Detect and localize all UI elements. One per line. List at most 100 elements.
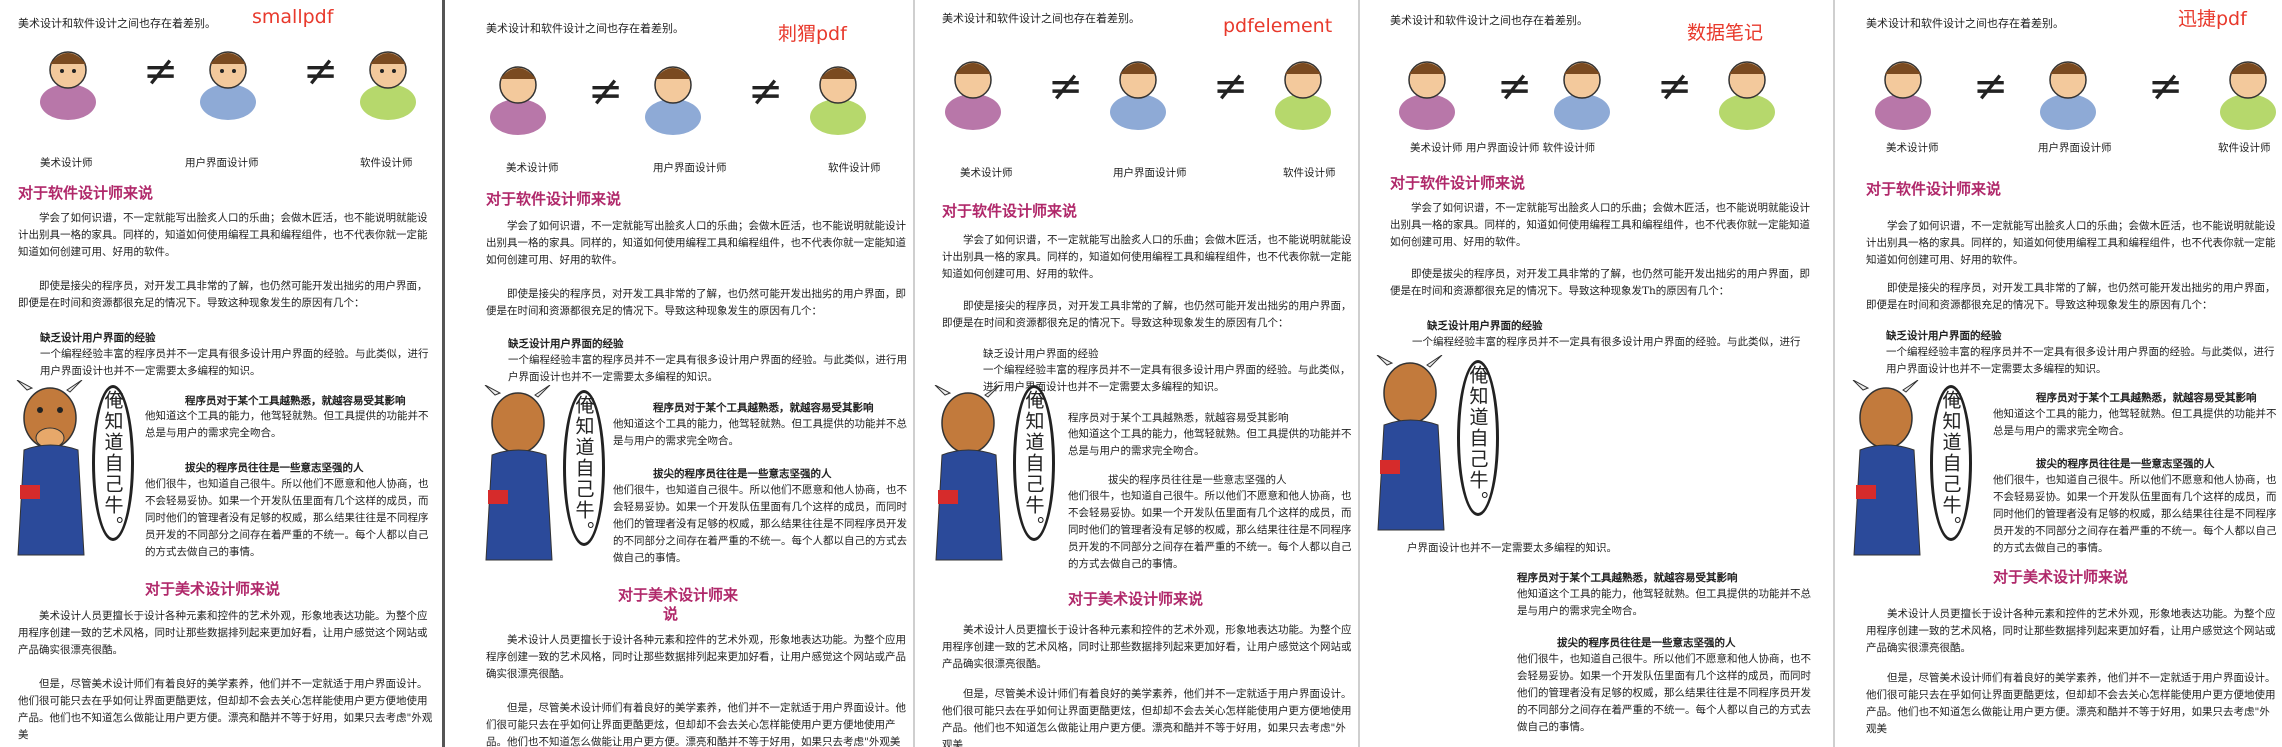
intro-text: 美术设计和软件设计之间也存在着差别。 xyxy=(486,22,684,35)
tool-label: 迅捷pdf xyxy=(2178,8,2247,30)
page-panel-hedgehog: 美术设计和软件设计之间也存在着差别。 刺猬pdf ≠ ≠ 美术设计师 用户界面设… xyxy=(478,0,913,747)
intro-text: 美术设计和软件设计之间也存在着差别。 xyxy=(18,17,216,30)
but-body: 但是，尽管美术设计师们有着良好的美学素养，他们并不一定就适于用户界面设计。他们很… xyxy=(942,688,1352,747)
excellent-body: 他们很牛，也知道自己很牛。所以他们不愿意和他人协商，也不会轻易妥协。如果一个开发… xyxy=(1517,653,1811,733)
heading-art: 对于美术设计师来说 xyxy=(1993,568,2129,586)
designers-figure: ≠ ≠ xyxy=(18,30,428,120)
paragraph-2: 即使是接尖的程序员，对开发工具非常的了解，也仍然可能开发出拙劣的用户界面，即便是… xyxy=(486,288,906,317)
label-ui: 用户界面设计师 xyxy=(653,162,727,174)
page-panel-datanotes: 美术设计和软件设计之间也存在着差别。 数据笔记 ≠ ≠ 美术设计师 用户界面设计… xyxy=(1362,0,1832,747)
designers-illustration: ≠ ≠ xyxy=(1399,61,1775,130)
tools-body: 他知道这个工具的能力，他驾轻就熟。但工具提供的功能并不总是与用户的需求完全吻合。 xyxy=(1517,588,1811,617)
bull-illustration xyxy=(484,385,553,561)
speech-bubble: 俺知道自己牛。 xyxy=(1930,385,1972,541)
excellent-title: 拔尖的程序员往往是一些意志坚强的人 xyxy=(1557,637,1736,649)
bull-illustration xyxy=(1376,355,1445,531)
but-body: 但是，尽管美术设计师们有着良好的美学素养，他们并不一定就适于用户界面设计。他们很… xyxy=(486,702,906,747)
designers-illustration: ≠ ≠ xyxy=(490,66,866,135)
svg-text:≠: ≠ xyxy=(1213,61,1248,110)
excellent-body: 他们很牛，也知道自己很牛。所以他们不愿意和他人协商，也不会轻易妥协。如果一个开发… xyxy=(1068,490,1352,570)
tool-label: pdfelement xyxy=(1223,15,1333,37)
svg-text:≠: ≠ xyxy=(748,66,783,115)
excellent-body: 他们很牛，也知道自己很牛。所以他们不愿意和他人协商，也不会轻易妥协。如果一个开发… xyxy=(613,484,907,564)
tools-title: 程序员对于某个工具越熟悉，就越容易受其影响 xyxy=(2036,392,2257,404)
intro-text: 美术设计和软件设计之间也存在着差别。 xyxy=(1866,17,2064,30)
svg-text:≠: ≠ xyxy=(1497,61,1532,110)
label-software: 软件设计师 xyxy=(1283,167,1336,179)
svg-text:≠: ≠ xyxy=(2148,61,2183,110)
paragraph-1: 学会了如何识谱，不一定就能写出脍炙人口的乐曲；会做木匠活，也不能说明就能设计出别… xyxy=(1390,202,1810,248)
tools-title: 程序员对于某个工具越熟悉，就越容易受其影响 xyxy=(1068,412,1289,424)
excellent-body: 他们很牛，也知道自己很牛。所以他们不愿意和他人协商，也不会轻易妥协。如果一个开发… xyxy=(1993,474,2277,554)
heading-art: 对于美术设计师来说 xyxy=(145,580,281,598)
heading-art: 对于美术设计师来说 xyxy=(1068,590,1204,608)
svg-text:≠: ≠ xyxy=(588,66,623,115)
lack-body: 一个编程经验丰富的程序员并不一定具有很多设计用户界面的经验。与此类似，进行 xyxy=(1412,336,1801,348)
paragraph-1: 学会了如何识谱，不一定就能写出脍炙人口的乐曲；会做木匠活，也不能说明就能设计出别… xyxy=(1866,220,2276,266)
heading-art-line2: 说 xyxy=(663,605,679,623)
art-body: 美术设计人员更擅长于设计各种元素和控件的艺术外观，形象地表达功能。为整个应用程序… xyxy=(18,610,428,656)
paragraph-2: 即使是接尖的程序员，对开发工具非常的了解，也仍然可能开发出拙劣的用户界面，即便是… xyxy=(18,280,428,309)
bull-illustration xyxy=(16,380,85,556)
excellent-title: 拔尖的程序员往往是一些意志坚强的人 xyxy=(2036,458,2215,470)
lack-title: 缺乏设计用户界面的经验 xyxy=(40,332,156,344)
label-ui: 用户界面设计师 xyxy=(2038,142,2112,154)
lack-body-tail: 户界面设计也并不一定需要太多编程的知识。 xyxy=(1407,542,1617,554)
tools-body: 他知道这个工具的能力，他驾轻就熟。但工具提供的功能并不总是与用户的需求完全吻合。 xyxy=(1068,428,1352,457)
excellent-title: 拔尖的程序员往往是一些意志坚强的人 xyxy=(653,468,832,480)
but-body: 但是，尽管美术设计师们有着良好的美学素养，他们并不一定就适于用户界面设计。他们很… xyxy=(1866,672,2276,735)
heading-software: 对于软件设计师来说 xyxy=(18,184,154,202)
paragraph-1: 学会了如何识谱，不一定就能写出脍炙人口的乐曲；会做木匠活，也不能说明就能设计出别… xyxy=(486,220,906,266)
label-designer: 美术设计师 xyxy=(40,157,93,169)
svg-text:≠: ≠ xyxy=(1973,61,2008,110)
panel-separator xyxy=(1358,0,1360,747)
svg-text:≠: ≠ xyxy=(1048,61,1083,110)
label-designer: 美术设计师 xyxy=(960,167,1013,179)
svg-text:≠: ≠ xyxy=(143,46,178,95)
svg-text:≠: ≠ xyxy=(1657,61,1692,110)
heading-software: 对于软件设计师来说 xyxy=(1866,180,2002,198)
heading-software: 对于软件设计师来说 xyxy=(1390,174,1526,192)
intro-text: 美术设计和软件设计之间也存在着差别。 xyxy=(942,12,1140,25)
speech-bubble: 俺知道自己牛。 xyxy=(1457,360,1499,516)
speech-bubble: 俺知道自己牛。 xyxy=(563,390,605,546)
lack-body: 一个编程经验丰富的程序员并不一定具有很多设计用户界面的经验。与此类似，进行用户界… xyxy=(1886,346,2275,375)
paragraph-2: 即使是接尖的程序员，对开发工具非常的了解，也仍然可能开发出拙劣的用户界面，即便是… xyxy=(942,300,1352,329)
paragraph-2: 即使是接尖的程序员，对开发工具非常的了解，也仍然可能开发出拙劣的用户界面，即便是… xyxy=(1866,282,2276,311)
lack-title: 缺乏设计用户界面的经验 xyxy=(983,348,1099,360)
tools-title: 程序员对于某个工具越熟悉，就越容易受其影响 xyxy=(1517,572,1738,584)
designers-illustration: ≠ ≠ xyxy=(1875,61,2276,130)
lack-title: 缺乏设计用户界面的经验 xyxy=(508,338,624,350)
label-software: 软件设计师 xyxy=(360,157,413,169)
designers-illustration: ≠ ≠ xyxy=(40,46,416,120)
label-ui: 用户界面设计师 xyxy=(1113,167,1187,179)
tool-label: smallpdf xyxy=(252,6,334,28)
but-body: 但是，尽管美术设计师们有着良好的美学素养，他们并不一定就适于用户界面设计。他们很… xyxy=(18,678,433,741)
excellent-title: 拔尖的程序员往往是一些意志坚强的人 xyxy=(1108,474,1287,486)
tools-title: 程序员对于某个工具越熟悉，就越容易受其影响 xyxy=(185,395,406,407)
heading-art-line1: 对于美术设计师来 xyxy=(618,586,739,604)
page-panel-pdfelement: 美术设计和软件设计之间也存在着差别。 pdfelement ≠ ≠ 美术设计师 … xyxy=(918,0,1358,747)
panel-separator xyxy=(1833,0,1835,747)
panel-separator xyxy=(913,0,915,747)
paragraph-2: 即使是拔尖的程序员，对开发工具非常的了解，也仍然可能开发出拙劣的用户界面，即便是… xyxy=(1390,268,1810,297)
label-ui: 用户界面设计师 xyxy=(185,157,259,169)
lack-title: 缺乏设计用户界面的经验 xyxy=(1886,330,2002,342)
art-body: 美术设计人员更擅长于设计各种元素和控件的艺术外观，形象地表达功能。为整个应用程序… xyxy=(942,624,1352,670)
label-software: 软件设计师 xyxy=(828,162,881,174)
page-panel-smallpdf: 美术设计和软件设计之间也存在着差别。 smallpdf ≠ ≠ 美术设计师 用户… xyxy=(0,0,440,747)
designers-illustration: ≠ ≠ xyxy=(945,61,1331,130)
lack-body: 一个编程经验丰富的程序员并不一定具有很多设计用户界面的经验。与此类似，进行用户界… xyxy=(40,348,429,377)
heading-software: 对于软件设计师来说 xyxy=(486,190,622,208)
art-body: 美术设计人员更擅长于设计各种元素和控件的艺术外观，形象地表达功能。为整个应用程序… xyxy=(1866,608,2276,654)
art-body: 美术设计人员更擅长于设计各种元素和控件的艺术外观，形象地表达功能。为整个应用程序… xyxy=(486,634,906,680)
paragraph-1: 学会了如何识谱，不一定就能写出脍炙人口的乐曲；会做木匠活，也不能说明就能设计出别… xyxy=(942,234,1352,280)
tools-title: 程序员对于某个工具越熟悉，就越容易受其影响 xyxy=(653,402,874,414)
label-designer: 美术设计师 xyxy=(1886,142,1939,154)
paragraph-1: 学会了如何识谱，不一定就能写出脍炙人口的乐曲；会做木匠活，也不能说明就能设计出别… xyxy=(18,212,428,258)
speech-bubble: 俺知道自己牛。 xyxy=(92,385,134,541)
excellent-body: 他们很牛，也知道自己很牛。所以他们不愿意和他人协商，也不会轻易妥协。如果一个开发… xyxy=(145,478,429,558)
tools-body: 他知道这个工具的能力，他驾轻就熟。但工具提供的功能并不总是与用户的需求完全吻合。 xyxy=(613,418,907,447)
excellent-title: 拔尖的程序员往往是一些意志坚强的人 xyxy=(185,462,364,474)
speech-bubble: 俺知道自己牛。 xyxy=(1013,385,1055,541)
